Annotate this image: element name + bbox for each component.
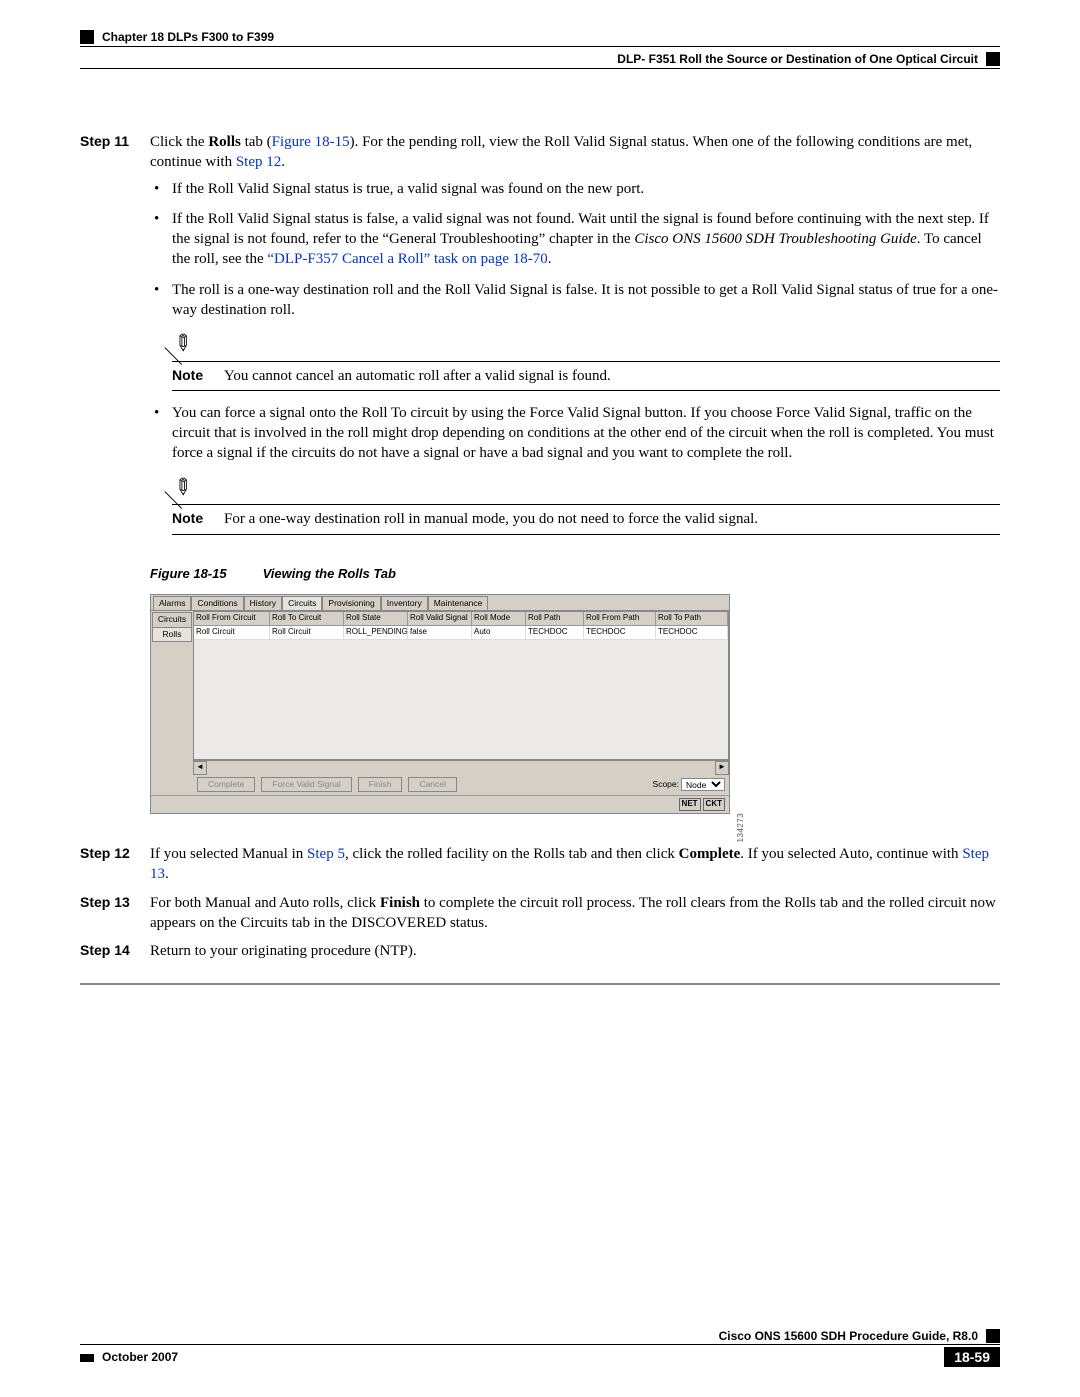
rolls-table: Roll From Circuit Roll To Circuit Roll S… — [193, 611, 729, 760]
col-header[interactable]: Roll Path — [526, 612, 584, 626]
step-label: Step 12 — [80, 844, 150, 889]
note-text: You cannot cancel an automatic roll afte… — [224, 366, 1000, 386]
note-label: Note — [172, 366, 224, 386]
complete-button[interactable]: Complete — [197, 777, 255, 792]
figure-ref-link[interactable]: Figure 18-15 — [272, 134, 350, 150]
footer-date: October 2007 — [102, 1350, 178, 1364]
note-label: Note — [172, 509, 224, 529]
step-body: For both Manual and Auto rolls, click Fi… — [150, 893, 1000, 938]
cancel-button[interactable]: Cancel — [408, 777, 456, 792]
pencil-icon: ✎ — [165, 470, 204, 509]
force-valid-signal-button[interactable]: Force Valid Signal — [261, 777, 351, 792]
side-tab-rolls[interactable]: Rolls — [152, 627, 192, 642]
step-body: Return to your originating procedure (NT… — [150, 941, 1000, 965]
list-item: If the Roll Valid Signal status is true,… — [150, 179, 1000, 199]
list-item: If the Roll Valid Signal status is false… — [150, 209, 1000, 270]
page-number: 18-59 — [944, 1347, 1000, 1367]
step-label: Step 14 — [80, 941, 150, 965]
step-label: Step 11 — [80, 132, 150, 840]
col-header[interactable]: Roll Valid Signal — [408, 612, 472, 626]
task-ref-link[interactable]: “DLP-F357 Cancel a Roll” task on page 18… — [267, 251, 547, 267]
col-header[interactable]: Roll To Path — [656, 612, 728, 626]
tab-circuits[interactable]: Circuits — [282, 596, 322, 610]
table-row[interactable]: Roll Circuit Roll Circuit ROLL_PENDING f… — [194, 626, 728, 639]
tab-alarms[interactable]: Alarms — [153, 596, 191, 610]
note-block: ✎ Note You cannot cancel an automatic ro… — [172, 330, 1000, 391]
scroll-right-icon[interactable]: ► — [715, 761, 729, 775]
tab-inventory[interactable]: Inventory — [381, 596, 428, 610]
footer-bar-icon — [80, 1354, 94, 1362]
scope-select[interactable]: Node — [681, 778, 725, 791]
step-ref-link[interactable]: Step 12 — [236, 154, 281, 170]
col-header[interactable]: Roll From Circuit — [194, 612, 270, 626]
scroll-left-icon[interactable]: ◄ — [193, 761, 207, 775]
guide-title: Cisco ONS 15600 SDH Procedure Guide, R8.… — [719, 1329, 978, 1343]
tab-conditions[interactable]: Conditions — [191, 596, 243, 610]
section-title: DLP- F351 Roll the Source or Destination… — [617, 52, 978, 66]
finish-button[interactable]: Finish — [358, 777, 403, 792]
list-item: The roll is a one-way destination roll a… — [150, 280, 1000, 321]
col-header[interactable]: Roll State — [344, 612, 408, 626]
col-header[interactable]: Roll To Circuit — [270, 612, 344, 626]
rolls-tab-screenshot: Alarms Conditions History Circuits Provi… — [150, 594, 730, 814]
section-header: DLP- F351 Roll the Source or Destination… — [80, 52, 1000, 69]
side-tab-circuits[interactable]: Circuits — [152, 612, 192, 627]
note-block: ✎ Note For a one-way destination roll in… — [172, 474, 1000, 535]
section-divider — [80, 983, 1000, 985]
header-square-icon — [80, 30, 94, 44]
pencil-icon: ✎ — [165, 326, 204, 365]
step-body: If you selected Manual in Step 5, click … — [150, 844, 1000, 889]
tab-provisioning[interactable]: Provisioning — [322, 596, 380, 610]
page-footer: Cisco ONS 15600 SDH Procedure Guide, R8.… — [80, 1329, 1000, 1367]
figure-image-id: 134273 — [736, 813, 747, 843]
scope-label: Scope: — [653, 779, 679, 790]
figure-caption: Figure 18-15Viewing the Rolls Tab — [150, 565, 1000, 583]
tab-maintenance[interactable]: Maintenance — [428, 596, 489, 610]
section-square-icon — [986, 52, 1000, 66]
note-text: For a one-way destination roll in manual… — [224, 509, 1000, 529]
list-item: You can force a signal onto the Roll To … — [150, 403, 1000, 464]
step-ref-link[interactable]: Step 5 — [307, 846, 345, 862]
col-header[interactable]: Roll From Path — [584, 612, 656, 626]
step-label: Step 13 — [80, 893, 150, 938]
ckt-indicator: CKT — [703, 798, 725, 811]
step-body: Click the Rolls tab (Figure 18-15). For … — [150, 132, 1000, 840]
footer-square-icon — [986, 1329, 1000, 1343]
col-header[interactable]: Roll Mode — [472, 612, 526, 626]
empty-grid-area — [194, 639, 728, 759]
chapter-title: Chapter 18 DLPs F300 to F399 — [102, 30, 274, 44]
top-tabs: Alarms Conditions History Circuits Provi… — [151, 595, 729, 611]
net-indicator: NET — [679, 798, 701, 811]
tab-history[interactable]: History — [244, 596, 282, 610]
chapter-header: Chapter 18 DLPs F300 to F399 — [80, 30, 1000, 47]
